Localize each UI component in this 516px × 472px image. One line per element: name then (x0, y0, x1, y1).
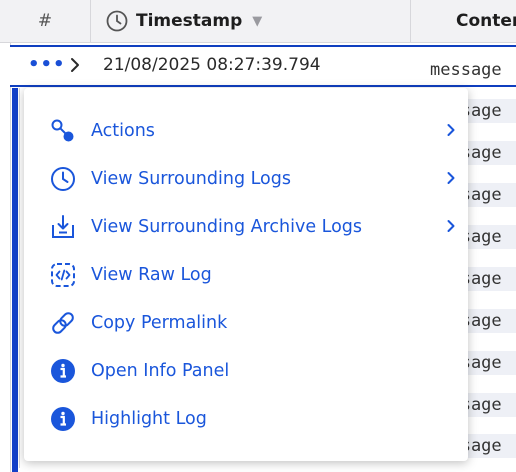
grid-line (10, 42, 11, 472)
clock-icon (49, 165, 77, 193)
index-column-header: # (37, 11, 53, 31)
menu-item-label: Highlight Log (91, 409, 207, 429)
content-column-header[interactable]: Content (456, 0, 516, 42)
menu-item-view-surrounding-logs[interactable]: View Surrounding Logs (24, 157, 468, 201)
archive-download-icon (49, 213, 77, 241)
column-divider (410, 0, 411, 42)
menu-item-label: View Surrounding Logs (91, 169, 291, 189)
menu-item-label: View Raw Log (91, 265, 212, 285)
link-icon (49, 309, 77, 337)
table-header: # Timestamp ▼ Content (0, 0, 516, 43)
menu-item-view-raw-log[interactable]: View Raw Log (24, 253, 468, 297)
menu-item-label: Open Info Panel (91, 361, 230, 381)
row-timestamp: 21/08/2025 08:27:39.794 (103, 55, 321, 75)
grid-line (19, 88, 20, 468)
menu-item-label: View Surrounding Archive Logs (91, 217, 363, 237)
submenu-chevron-icon (446, 218, 456, 237)
selection-indicator (12, 88, 18, 472)
info-icon (49, 405, 77, 433)
clock-icon (106, 10, 128, 32)
submenu-chevron-icon (446, 122, 456, 141)
menu-item-highlight-log[interactable]: Highlight Log (24, 397, 468, 441)
timestamp-header-label: Timestamp (136, 11, 243, 31)
expand-chevron-icon[interactable] (69, 56, 81, 78)
menu-item-label: Copy Permalink (91, 313, 228, 333)
sort-caret-icon[interactable]: ▼ (252, 14, 262, 29)
column-divider (90, 0, 91, 42)
row-message: message (430, 60, 502, 80)
menu-item-label: Actions (91, 121, 155, 141)
more-options-icon[interactable]: ••• (28, 54, 66, 75)
actions-icon (49, 117, 77, 145)
menu-item-view-surrounding-archive-logs[interactable]: View Surrounding Archive Logs (24, 205, 468, 249)
menu-item-open-info-panel[interactable]: Open Info Panel (24, 349, 468, 393)
row-context-menu: Actions View Surrounding Logs View Surro… (24, 88, 468, 461)
menu-item-actions[interactable]: Actions (24, 109, 468, 153)
code-icon (49, 261, 77, 289)
timestamp-column-header[interactable]: Timestamp ▼ (106, 0, 262, 42)
info-icon (49, 357, 77, 385)
submenu-chevron-icon (446, 170, 456, 189)
menu-item-copy-permalink[interactable]: Copy Permalink (24, 301, 468, 345)
